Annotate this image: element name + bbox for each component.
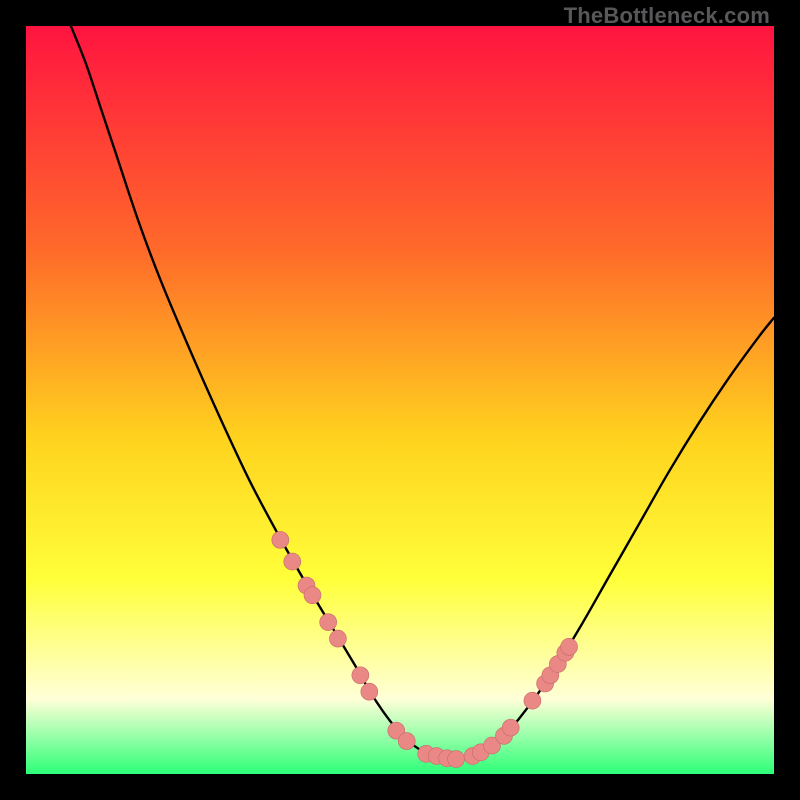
data-marker: [304, 587, 321, 604]
data-marker: [398, 733, 415, 750]
data-marker: [272, 531, 289, 548]
gradient-background: [26, 26, 774, 774]
data-marker: [524, 692, 541, 709]
data-marker: [561, 638, 578, 655]
chart-frame: [26, 26, 774, 774]
data-marker: [352, 667, 369, 684]
data-marker: [320, 614, 337, 631]
data-marker: [329, 630, 346, 647]
data-marker: [502, 719, 519, 736]
data-marker: [361, 683, 378, 700]
bottleneck-chart: [26, 26, 774, 774]
data-marker: [448, 751, 465, 768]
data-marker: [284, 553, 301, 570]
